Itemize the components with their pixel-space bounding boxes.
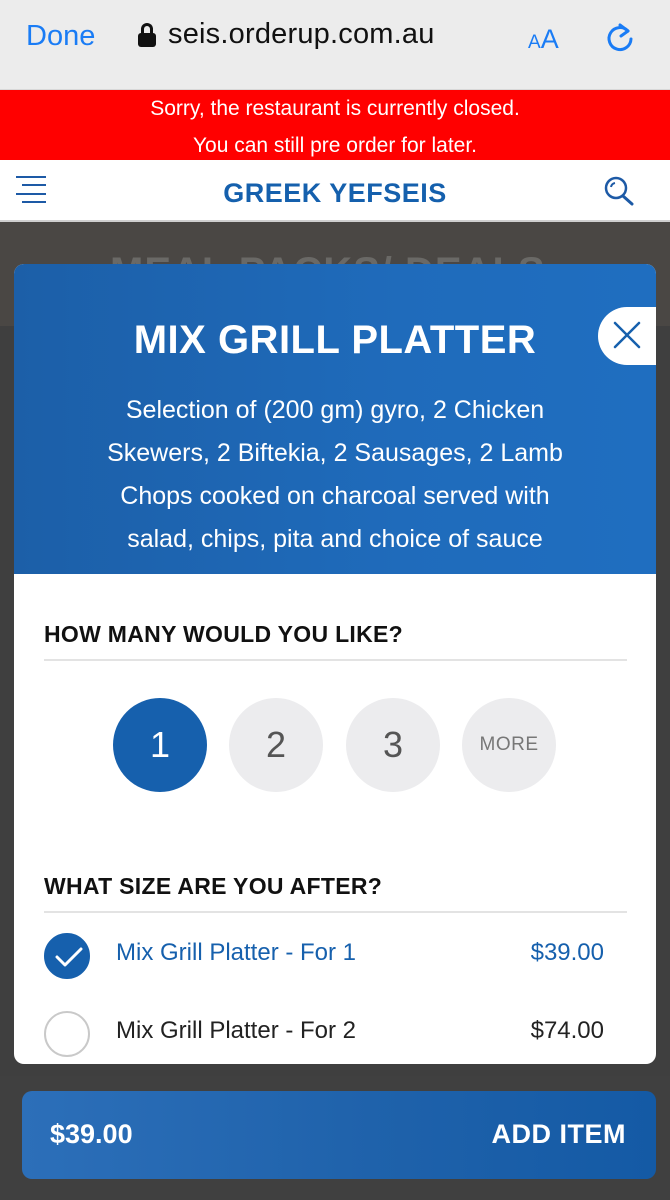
- size-option-price: $39.00: [530, 939, 604, 966]
- app-header: GREEK YEFSEIS: [0, 160, 670, 222]
- size-option-price: $74.00: [530, 1017, 604, 1044]
- add-item-label: ADD ITEM: [491, 1119, 626, 1149]
- add-item-button[interactable]: $39.00 ADD ITEM: [22, 1091, 656, 1179]
- quantity-option-more[interactable]: MORE: [462, 698, 556, 792]
- banner-line-2: You can still pre order for later.: [192, 134, 478, 157]
- quantity-option-3[interactable]: 3: [346, 698, 440, 792]
- item-description: Selection of (200 gm) gyro, 2 Chicken Sk…: [107, 396, 563, 553]
- lock-icon: [138, 22, 156, 47]
- size-option-for-1[interactable]: Mix Grill Platter - For 1 $39.00: [44, 933, 604, 981]
- close-icon: [613, 321, 641, 349]
- done-button[interactable]: Done: [26, 20, 95, 53]
- address-bar[interactable]: seis.orderup.com.au: [138, 18, 435, 51]
- reload-icon[interactable]: [603, 22, 637, 56]
- size-heading: WHAT SIZE ARE YOU AFTER?: [44, 873, 383, 899]
- divider: [44, 911, 627, 913]
- cart-total: $39.00: [50, 1119, 133, 1149]
- banner-line-1: Sorry, the restaurant is currently close…: [150, 97, 520, 120]
- modal-header: MIX GRILL PLATTER Selection of (200 gm) …: [14, 264, 656, 574]
- closed-banner: Sorry, the restaurant is currently close…: [0, 90, 670, 160]
- item-title: MIX GRILL PLATTER: [133, 318, 537, 362]
- url-text[interactable]: seis.orderup.com.au: [168, 18, 435, 51]
- item-modal: MIX GRILL PLATTER Selection of (200 gm) …: [14, 264, 656, 1064]
- text-size-button[interactable]: AA: [528, 24, 559, 55]
- search-icon[interactable]: [603, 175, 635, 207]
- divider: [44, 659, 627, 661]
- radio-checked[interactable]: [44, 933, 90, 979]
- quantity-option-2[interactable]: 2: [229, 698, 323, 792]
- quantity-option-1[interactable]: 1: [113, 698, 207, 792]
- checkmark-icon: [55, 947, 83, 967]
- size-option-label: Mix Grill Platter - For 1: [116, 939, 357, 966]
- size-option-label: Mix Grill Platter - For 2: [116, 1017, 357, 1044]
- quantity-heading: HOW MANY WOULD YOU LIKE?: [44, 621, 404, 647]
- quantity-selector: 1 2 3 MORE: [14, 698, 656, 792]
- browser-toolbar: Done seis.orderup.com.au AA: [0, 0, 670, 90]
- size-option-for-2[interactable]: Mix Grill Platter - For 2 $74.00: [44, 1011, 604, 1059]
- brand-title: GREEK YEFSEIS: [223, 178, 447, 208]
- close-button[interactable]: [598, 307, 656, 365]
- radio-unchecked[interactable]: [44, 1011, 90, 1057]
